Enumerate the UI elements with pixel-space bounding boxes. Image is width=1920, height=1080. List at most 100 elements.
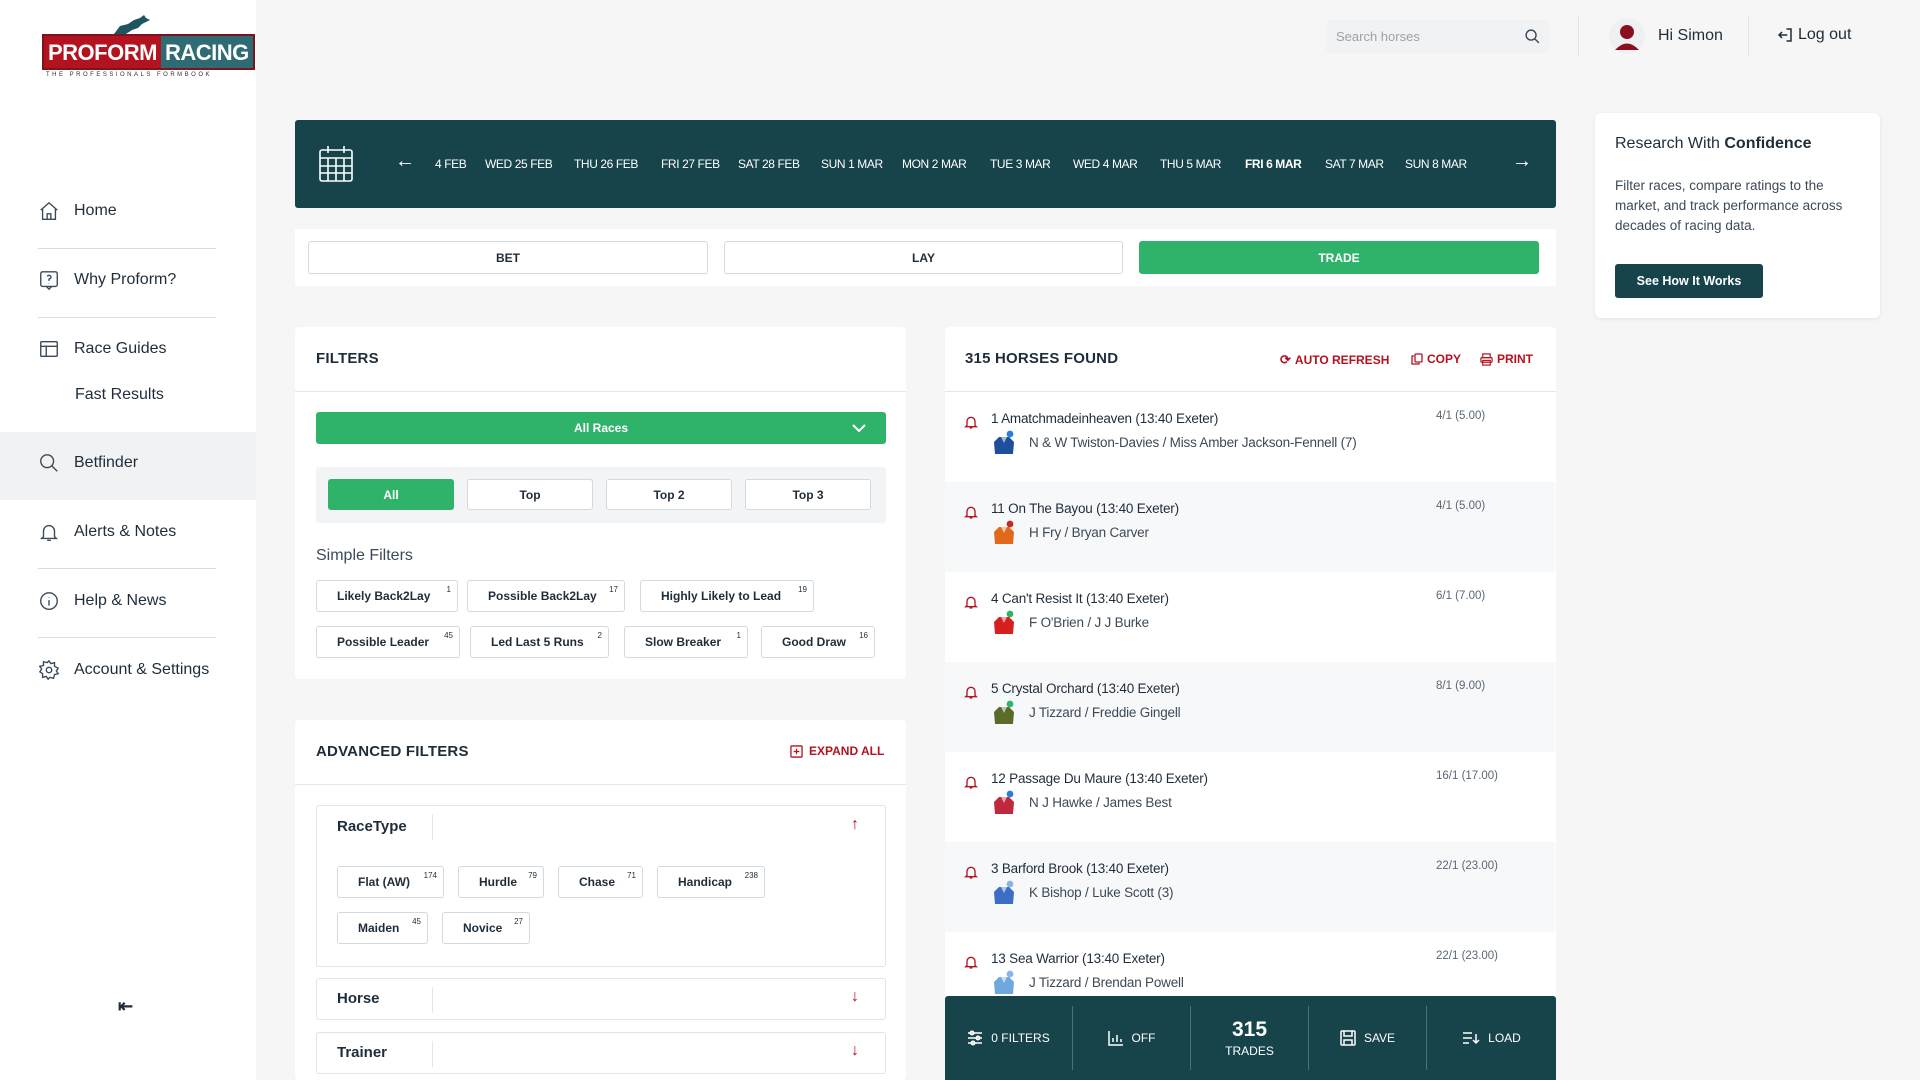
bell-alert-icon[interactable] <box>963 594 979 610</box>
load-button[interactable]: LOAD <box>1427 996 1556 1080</box>
date-item[interactable]: THU 26 FEB <box>574 157 638 171</box>
racetype-chip-hurdle[interactable]: Hurdle 79 <box>458 866 544 898</box>
collapse-arrow-up-icon[interactable]: ↑ <box>851 816 859 834</box>
horse-accordion[interactable]: Horse ↓ <box>316 978 886 1020</box>
horse-row[interactable]: 4 Can't Resist It (13:40 Exeter) F O'Brie… <box>945 572 1555 662</box>
sidebar-item-home[interactable]: Home <box>38 200 117 222</box>
sidebar-item-why-proform[interactable]: Why Proform? <box>38 269 176 291</box>
segment-top[interactable]: Top <box>467 479 593 510</box>
horse-name[interactable]: 13 Sea Warrior (13:40 Exeter) <box>991 951 1165 966</box>
bell-alert-icon[interactable] <box>963 954 979 970</box>
print-button[interactable]: PRINT <box>1480 352 1533 366</box>
sidebar-item-fast-results[interactable]: Fast Results <box>75 386 164 404</box>
chip-label: Novice <box>463 921 503 935</box>
nav-divider <box>38 637 216 638</box>
horse-row[interactable]: 11 On The Bayou (13:40 Exeter) H Fry / Br… <box>945 482 1555 572</box>
segment-all[interactable]: All <box>328 479 454 510</box>
date-item[interactable]: SAT 7 MAR <box>1325 157 1384 171</box>
date-item-selected[interactable]: FRI 6 MAR <box>1245 157 1302 171</box>
filter-chip-possible-back2lay[interactable]: Possible Back2Lay 17 <box>467 580 625 612</box>
results-card: 315 HORSES FOUND ⟳ AUTO REFRESH COPY PRI… <box>945 327 1556 1080</box>
lay-mode-button[interactable]: LAY <box>724 241 1123 274</box>
segment-top-3[interactable]: Top 3 <box>745 479 871 510</box>
horse-name[interactable]: 1 Amatchmadeinheaven (13:40 Exeter) <box>991 411 1218 426</box>
calendar-icon[interactable] <box>319 145 353 183</box>
bell-alert-icon[interactable] <box>963 864 979 880</box>
save-button[interactable]: SAVE <box>1309 996 1426 1080</box>
trainer-accordion[interactable]: Trainer ↓ <box>316 1032 886 1074</box>
horse-row[interactable]: 12 Passage Du Maure (13:40 Exeter) N J Ha… <box>945 752 1555 842</box>
horse-name[interactable]: 3 Barford Brook (13:40 Exeter) <box>991 861 1169 876</box>
racetype-chip-flat-aw[interactable]: Flat (AW) 174 <box>337 866 444 898</box>
logout-button[interactable]: Log out <box>1776 26 1851 44</box>
horse-name[interactable]: 12 Passage Du Maure (13:40 Exeter) <box>991 771 1208 786</box>
bell-alert-icon[interactable] <box>963 684 979 700</box>
logout-icon <box>1777 28 1792 42</box>
filter-chip-led-last-5-runs[interactable]: Led Last 5 Runs 2 <box>470 626 609 658</box>
date-item[interactable]: 4 FEB <box>435 157 467 171</box>
racetype-chip-maiden[interactable]: Maiden 45 <box>337 912 428 944</box>
horse-name[interactable]: 4 Can't Resist It (13:40 Exeter) <box>991 591 1169 606</box>
sidebar-item-account-settings[interactable]: Account & Settings <box>38 659 209 681</box>
race-select-dropdown[interactable]: All Races <box>316 412 886 444</box>
date-item[interactable]: SUN 8 MAR <box>1405 157 1467 171</box>
horse-name[interactable]: 5 Crystal Orchard (13:40 Exeter) <box>991 681 1180 696</box>
logo-wordmark: PROFORM RACING <box>42 34 255 70</box>
see-how-it-works-button[interactable]: See How It Works <box>1615 264 1763 298</box>
expand-arrow-down-icon[interactable]: ↓ <box>851 988 859 1006</box>
copy-button[interactable]: COPY <box>1411 352 1461 366</box>
filters-toolbar-button[interactable]: 0 FILTERS <box>945 996 1072 1080</box>
sidebar-item-race-guides[interactable]: Race Guides <box>38 338 167 360</box>
bell-alert-icon[interactable] <box>963 774 979 790</box>
date-item[interactable]: TUE 3 MAR <box>990 157 1051 171</box>
auto-refresh-button[interactable]: ⟳ AUTO REFRESH <box>1280 352 1389 368</box>
chart-toggle-button[interactable]: OFF <box>1073 996 1190 1080</box>
horse-name[interactable]: 11 On The Bayou (13:40 Exeter) <box>991 501 1179 516</box>
bell-alert-icon[interactable] <box>963 504 979 520</box>
filter-chip-slow-breaker[interactable]: Slow Breaker 1 <box>624 626 748 658</box>
horse-title: Horse <box>337 990 380 1007</box>
segment-top-2[interactable]: Top 2 <box>606 479 732 510</box>
expand-all-button[interactable]: EXPAND ALL <box>790 744 884 758</box>
horse-row[interactable]: 1 Amatchmadeinheaven (13:40 Exeter) N & W… <box>945 392 1555 482</box>
filter-chip-good-draw[interactable]: Good Draw 16 <box>761 626 875 658</box>
sidebar-item-betfinder[interactable]: Betfinder <box>38 452 138 474</box>
search-icon[interactable] <box>1524 28 1541 45</box>
sidebar-item-alerts-notes[interactable]: Alerts & Notes <box>38 521 176 543</box>
user-menu[interactable]: Hi Simon <box>1608 17 1723 55</box>
racetype-chip-handicap[interactable]: Handicap 238 <box>657 866 765 898</box>
sidebar-item-help-news[interactable]: Help & News <box>38 590 166 612</box>
chip-label: Good Draw <box>782 635 847 649</box>
horse-list: 1 Amatchmadeinheaven (13:40 Exeter) N & W… <box>945 392 1556 1080</box>
filter-chip-highly-likely-lead[interactable]: Highly Likely to Lead 19 <box>640 580 814 612</box>
date-item[interactable]: FRI 27 FEB <box>661 157 720 171</box>
chip-label: Led Last 5 Runs <box>491 635 584 649</box>
collapse-left-icon[interactable]: ⇤ <box>118 996 133 1017</box>
filter-chip-likely-back2lay[interactable]: Likely Back2Lay 1 <box>316 580 458 612</box>
racetype-chip-novice[interactable]: Novice 27 <box>442 912 530 944</box>
racetype-chip-chase[interactable]: Chase 71 <box>558 866 643 898</box>
bell-alert-icon[interactable] <box>963 414 979 430</box>
date-item[interactable]: SUN 1 MAR <box>821 157 883 171</box>
next-date-arrow-icon[interactable]: → <box>1512 150 1532 173</box>
horse-row[interactable]: 3 Barford Brook (13:40 Exeter) K Bishop /… <box>945 842 1555 932</box>
trade-mode-button[interactable]: TRADE <box>1139 241 1539 274</box>
save-label: SAVE <box>1363 1031 1396 1045</box>
bet-mode-button[interactable]: BET <box>308 241 708 274</box>
previous-date-arrow-icon[interactable]: ← <box>395 150 415 173</box>
date-item[interactable]: WED 4 MAR <box>1073 157 1138 171</box>
date-item[interactable]: MON 2 MAR <box>902 157 967 171</box>
horse-row[interactable]: 5 Crystal Orchard (13:40 Exeter) J Tizzar… <box>945 662 1555 752</box>
proform-logo[interactable]: PROFORM RACING THE PROFESSIONALS FORMBOO… <box>42 14 255 78</box>
search-input[interactable] <box>1326 20 1516 53</box>
expand-arrow-down-icon[interactable]: ↓ <box>851 1042 859 1060</box>
date-item[interactable]: SAT 28 FEB <box>738 157 800 171</box>
horse-logo-icon <box>114 15 150 34</box>
filter-chip-possible-leader[interactable]: Possible Leader 45 <box>316 626 460 658</box>
date-item[interactable]: THU 5 MAR <box>1160 157 1221 171</box>
sidebar-item-label: Why Proform? <box>74 271 177 288</box>
mode-bar: BET LAY TRADE <box>295 229 1556 286</box>
date-item[interactable]: WED 25 FEB <box>485 157 553 171</box>
search-box[interactable] <box>1326 20 1550 53</box>
simple-filters-label: Simple Filters <box>316 547 413 564</box>
